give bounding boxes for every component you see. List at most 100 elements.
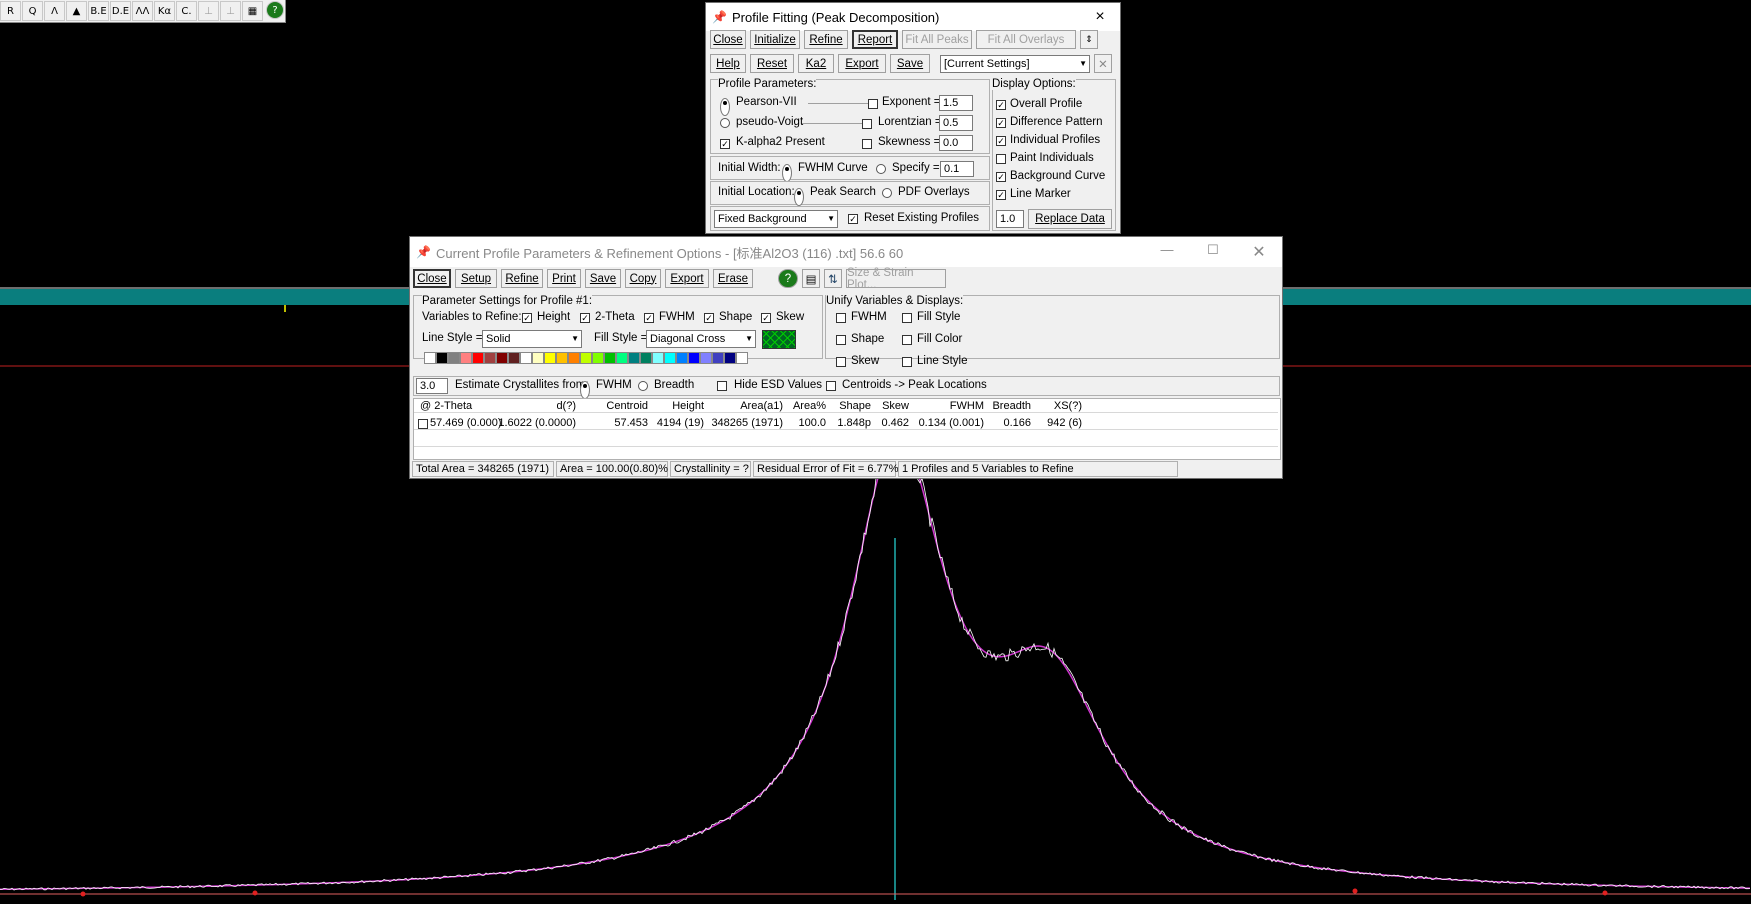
color-swatch[interactable] bbox=[712, 352, 724, 364]
unify-checkbox[interactable] bbox=[836, 357, 846, 367]
skewness-checkbox[interactable] bbox=[862, 139, 872, 149]
help-icon[interactable]: ? bbox=[266, 1, 284, 19]
var-height-checkbox[interactable]: ✓ bbox=[522, 313, 532, 323]
pseudo-voigt-radio[interactable] bbox=[720, 118, 730, 128]
be-icon[interactable]: B.E bbox=[88, 1, 109, 21]
color-swatch[interactable] bbox=[544, 352, 556, 364]
multi-peak-icon[interactable]: ΛΛ bbox=[132, 1, 153, 21]
unify-checkbox[interactable] bbox=[902, 313, 912, 323]
line-style-select[interactable]: Solid ▼ bbox=[482, 330, 582, 348]
color-swatch[interactable] bbox=[556, 352, 568, 364]
var-2-theta-checkbox[interactable]: ✓ bbox=[580, 313, 590, 323]
color-swatch[interactable] bbox=[688, 352, 700, 364]
unify-checkbox[interactable] bbox=[902, 357, 912, 367]
cp-setup-button[interactable]: Setup bbox=[455, 269, 497, 288]
pf-fit-all-peaks-button[interactable]: Fit All Peaks bbox=[902, 30, 972, 49]
maximize-icon[interactable]: ☐ bbox=[1190, 242, 1236, 262]
color-swatch[interactable] bbox=[496, 352, 508, 364]
color-swatch[interactable] bbox=[484, 352, 496, 364]
pf-export-button[interactable]: Export bbox=[838, 54, 886, 73]
replace-data-button[interactable]: Replace Data bbox=[1028, 209, 1112, 229]
kalpha2-checkbox[interactable]: ✓ bbox=[720, 139, 730, 149]
color-swatch[interactable] bbox=[520, 352, 532, 364]
close-icon[interactable]: × bbox=[1080, 8, 1120, 26]
skewness-input[interactable]: 0.0 bbox=[939, 135, 973, 151]
color-swatch[interactable] bbox=[736, 352, 748, 364]
table-header[interactable]: Height bbox=[672, 400, 704, 412]
color-swatch[interactable] bbox=[604, 352, 616, 364]
help-icon[interactable]: ? bbox=[778, 269, 798, 288]
centroids-checkbox[interactable] bbox=[826, 381, 836, 391]
color-swatch[interactable] bbox=[448, 352, 460, 364]
unify-checkbox[interactable] bbox=[836, 313, 846, 323]
minimize-icon[interactable]: — bbox=[1144, 242, 1190, 262]
c-icon[interactable]: C. bbox=[176, 1, 197, 21]
fwhm-radio[interactable] bbox=[580, 381, 590, 399]
fwhm-curve-radio[interactable] bbox=[782, 164, 792, 182]
grid-icon[interactable]: ▦ bbox=[242, 1, 263, 21]
color-swatch[interactable] bbox=[676, 352, 688, 364]
table-header[interactable]: Area% bbox=[793, 400, 826, 412]
display-option-checkbox[interactable]: ✓ bbox=[996, 136, 1006, 146]
color-swatch[interactable] bbox=[628, 352, 640, 364]
lorentzian-checkbox[interactable] bbox=[862, 119, 872, 129]
color-swatch[interactable] bbox=[640, 352, 652, 364]
color-swatch[interactable] bbox=[508, 352, 520, 364]
specify-input[interactable]: 0.1 bbox=[940, 161, 974, 177]
pf-fit-all-overlays-button[interactable]: Fit All Overlays bbox=[976, 30, 1076, 49]
color-swatch[interactable] bbox=[724, 352, 736, 364]
exponent-checkbox[interactable] bbox=[868, 99, 878, 109]
fill-preview-swatch[interactable] bbox=[762, 330, 796, 349]
pf-refine-button[interactable]: Refine bbox=[804, 30, 848, 49]
color-swatch[interactable] bbox=[592, 352, 604, 364]
settings-clear-button[interactable]: ✕ bbox=[1094, 54, 1112, 73]
display-option-checkbox[interactable]: ✓ bbox=[996, 172, 1006, 182]
cp-close-button[interactable]: Close bbox=[413, 269, 451, 288]
table-header[interactable]: XS(?) bbox=[1054, 400, 1082, 412]
slider-track[interactable] bbox=[802, 123, 862, 124]
cp-save-button[interactable]: Save bbox=[585, 269, 621, 288]
pf-scroll-button[interactable]: ⇕ bbox=[1080, 30, 1098, 49]
crystallites-input[interactable]: 3.0 bbox=[416, 378, 448, 394]
display-option-checkbox[interactable]: ✓ bbox=[996, 118, 1006, 128]
specify-radio[interactable] bbox=[876, 164, 886, 174]
var-shape-checkbox[interactable]: ✓ bbox=[704, 313, 714, 323]
unify-checkbox[interactable] bbox=[902, 335, 912, 345]
size-strain-button[interactable]: Size & Strain Plot... bbox=[846, 267, 946, 291]
magnifier-icon[interactable]: Q bbox=[22, 1, 43, 21]
breadth-radio[interactable] bbox=[638, 381, 648, 391]
color-swatch[interactable] bbox=[424, 352, 436, 364]
histogram-icon[interactable]: ▲ bbox=[66, 1, 87, 21]
color-swatch[interactable] bbox=[664, 352, 676, 364]
row-checkbox[interactable] bbox=[418, 419, 428, 429]
pf-report-button[interactable]: Report bbox=[852, 30, 898, 49]
color-swatch[interactable] bbox=[460, 352, 472, 364]
display-option-checkbox[interactable]: ✓ bbox=[996, 190, 1006, 200]
ka2-icon[interactable]: Kα bbox=[154, 1, 175, 21]
color-swatch[interactable] bbox=[700, 352, 712, 364]
close-icon[interactable]: ✕ bbox=[1236, 242, 1282, 262]
peak-icon[interactable]: Λ bbox=[44, 1, 65, 21]
de-icon[interactable]: D.E bbox=[110, 1, 131, 21]
color-swatch[interactable] bbox=[568, 352, 580, 364]
disabled-bars2-icon[interactable]: ⊥ bbox=[220, 1, 241, 21]
disabled-bars-icon[interactable]: ⊥ bbox=[198, 1, 219, 21]
table-header[interactable]: Centroid bbox=[606, 400, 648, 412]
pf-initialize-button[interactable]: Initialize bbox=[750, 30, 800, 49]
table-header[interactable]: Shape bbox=[839, 400, 871, 412]
pdf-overlays-radio[interactable] bbox=[882, 188, 892, 198]
color-swatch[interactable] bbox=[436, 352, 448, 364]
var-skew-checkbox[interactable]: ✓ bbox=[761, 313, 771, 323]
cp-print-button[interactable]: Print bbox=[547, 269, 581, 288]
peak-search-radio[interactable] bbox=[794, 188, 804, 206]
pf-help-button[interactable]: Help bbox=[710, 54, 746, 73]
background-select[interactable]: Fixed Background ▼ bbox=[714, 210, 838, 228]
pf-close-button[interactable]: Close bbox=[710, 30, 746, 49]
display-option-checkbox[interactable] bbox=[996, 154, 1006, 164]
color-swatch[interactable] bbox=[580, 352, 592, 364]
cp-erase-button[interactable]: Erase bbox=[713, 269, 753, 288]
settings-select[interactable]: [Current Settings] ▼ bbox=[940, 55, 1090, 73]
pf-reset-button[interactable]: Reset bbox=[750, 54, 794, 73]
table-header[interactable]: Area(a1) bbox=[740, 400, 783, 412]
cursor-icon[interactable]: R bbox=[0, 1, 21, 21]
